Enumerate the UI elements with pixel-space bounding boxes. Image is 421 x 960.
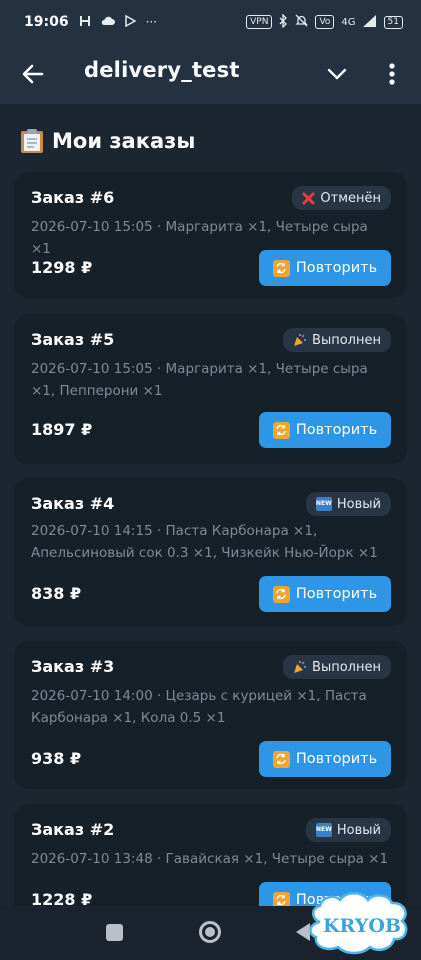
play-store-icon xyxy=(124,14,137,30)
app-bar: delivery_test xyxy=(0,44,421,104)
cloud-icon xyxy=(101,15,115,29)
status-bar: 19:06 ··· VPN Vo 4G 51 xyxy=(0,0,421,44)
new-badge-icon: NEW xyxy=(315,497,332,511)
status-label: Новый xyxy=(336,822,381,838)
clipboard-icon xyxy=(21,129,43,153)
orders-screen: Мои заказы Заказ #6 Отменён 2026-07-10 1… xyxy=(0,104,421,906)
repeat-icon xyxy=(272,585,290,603)
vpn-icon: VPN xyxy=(246,15,273,29)
watermark-text: KRYOB xyxy=(323,915,401,937)
order-card: Заказ #5 Выполнен 2026-07-10 15:05 · Мар… xyxy=(14,314,407,464)
repeat-label: Повторить xyxy=(295,751,378,767)
order-title: Заказ #2 xyxy=(31,820,115,839)
repeat-icon xyxy=(272,750,290,768)
status-time: 19:06 xyxy=(24,14,69,30)
status-badge: NEW Новый xyxy=(305,818,391,842)
home-icon[interactable] xyxy=(199,921,221,943)
order-details: 2026-07-10 15:05 · Маргарита ×1, Четыре … xyxy=(31,361,368,399)
status-label: Выполнен xyxy=(312,332,381,348)
network-type: 4G xyxy=(341,16,356,28)
app-title: delivery_test xyxy=(84,58,240,82)
order-total: 1298 ₽ xyxy=(31,258,93,277)
silent-bell-icon xyxy=(295,14,309,30)
more-notifications-icon: ··· xyxy=(145,15,158,29)
order-total: 1897 ₽ xyxy=(31,420,93,439)
order-details: 2026-07-10 14:00 · Цезарь с курицей ×1, … xyxy=(31,688,367,726)
order-total: 938 ₽ xyxy=(31,749,82,768)
status-label: Отменён xyxy=(320,190,381,206)
volte-icon: Vo xyxy=(315,15,335,29)
party-popper-icon xyxy=(294,334,307,346)
repeat-order-button[interactable]: Повторить xyxy=(259,741,391,777)
order-details: 2026-07-10 13:48 · Гавайская ×1, Четыре … xyxy=(31,851,389,867)
order-title: Заказ #4 xyxy=(31,494,115,513)
repeat-icon xyxy=(272,259,290,277)
new-badge-icon: NEW xyxy=(315,823,332,837)
page-header: Мои заказы xyxy=(20,128,195,154)
repeat-icon xyxy=(272,421,290,439)
repeat-label: Повторить xyxy=(295,422,378,438)
battery-icon: 51 xyxy=(383,15,403,29)
order-title: Заказ #3 xyxy=(31,657,115,676)
status-right: VPN Vo 4G 51 xyxy=(246,12,403,31)
status-label: Выполнен xyxy=(312,659,381,675)
repeat-icon xyxy=(272,891,290,906)
chevron-down-icon[interactable] xyxy=(325,62,349,86)
repeat-label: Повторить xyxy=(295,260,378,276)
status-badge: Выполнен xyxy=(283,328,391,352)
repeat-label: Повторить xyxy=(295,586,378,602)
order-card: Заказ #4 NEW Новый 2026-07-10 14:15 · Па… xyxy=(14,478,407,626)
repeat-order-button[interactable]: Повторить xyxy=(259,412,391,448)
order-card: Заказ #6 Отменён 2026-07-10 15:05 · Марг… xyxy=(14,172,407,298)
bluetooth-icon xyxy=(279,12,288,31)
repeat-order-button[interactable]: Повторить xyxy=(259,576,391,612)
order-card: Заказ #2 NEW Новый 2026-07-10 13:48 · Га… xyxy=(14,804,407,906)
more-vert-icon[interactable] xyxy=(381,60,403,88)
order-title: Заказ #5 xyxy=(31,330,115,349)
order-total: 838 ₽ xyxy=(31,584,82,603)
recents-icon[interactable] xyxy=(106,924,123,941)
repeat-order-button[interactable]: Повторить xyxy=(259,250,391,286)
status-badge: Выполнен xyxy=(283,655,391,679)
watermark-logo: KRYOB xyxy=(309,892,408,955)
signal-icon xyxy=(362,14,377,30)
order-card: Заказ #3 Выполнен 2026-07-10 14:00 · Цез… xyxy=(14,641,407,789)
status-left: 19:06 ··· xyxy=(24,14,157,30)
order-details: 2026-07-10 14:15 · Паста Карбонара ×1, А… xyxy=(31,523,378,561)
notification-h-icon xyxy=(79,15,91,30)
status-badge: Отменён xyxy=(292,186,391,210)
back-arrow-icon[interactable] xyxy=(20,61,46,87)
page-title: Мои заказы xyxy=(52,129,196,153)
order-title: Заказ #6 xyxy=(31,188,115,207)
cross-mark-icon xyxy=(302,192,315,204)
order-total: 1228 ₽ xyxy=(31,890,93,906)
party-popper-icon xyxy=(294,661,307,673)
status-label: Новый xyxy=(336,496,381,512)
status-badge: NEW Новый xyxy=(305,492,391,516)
